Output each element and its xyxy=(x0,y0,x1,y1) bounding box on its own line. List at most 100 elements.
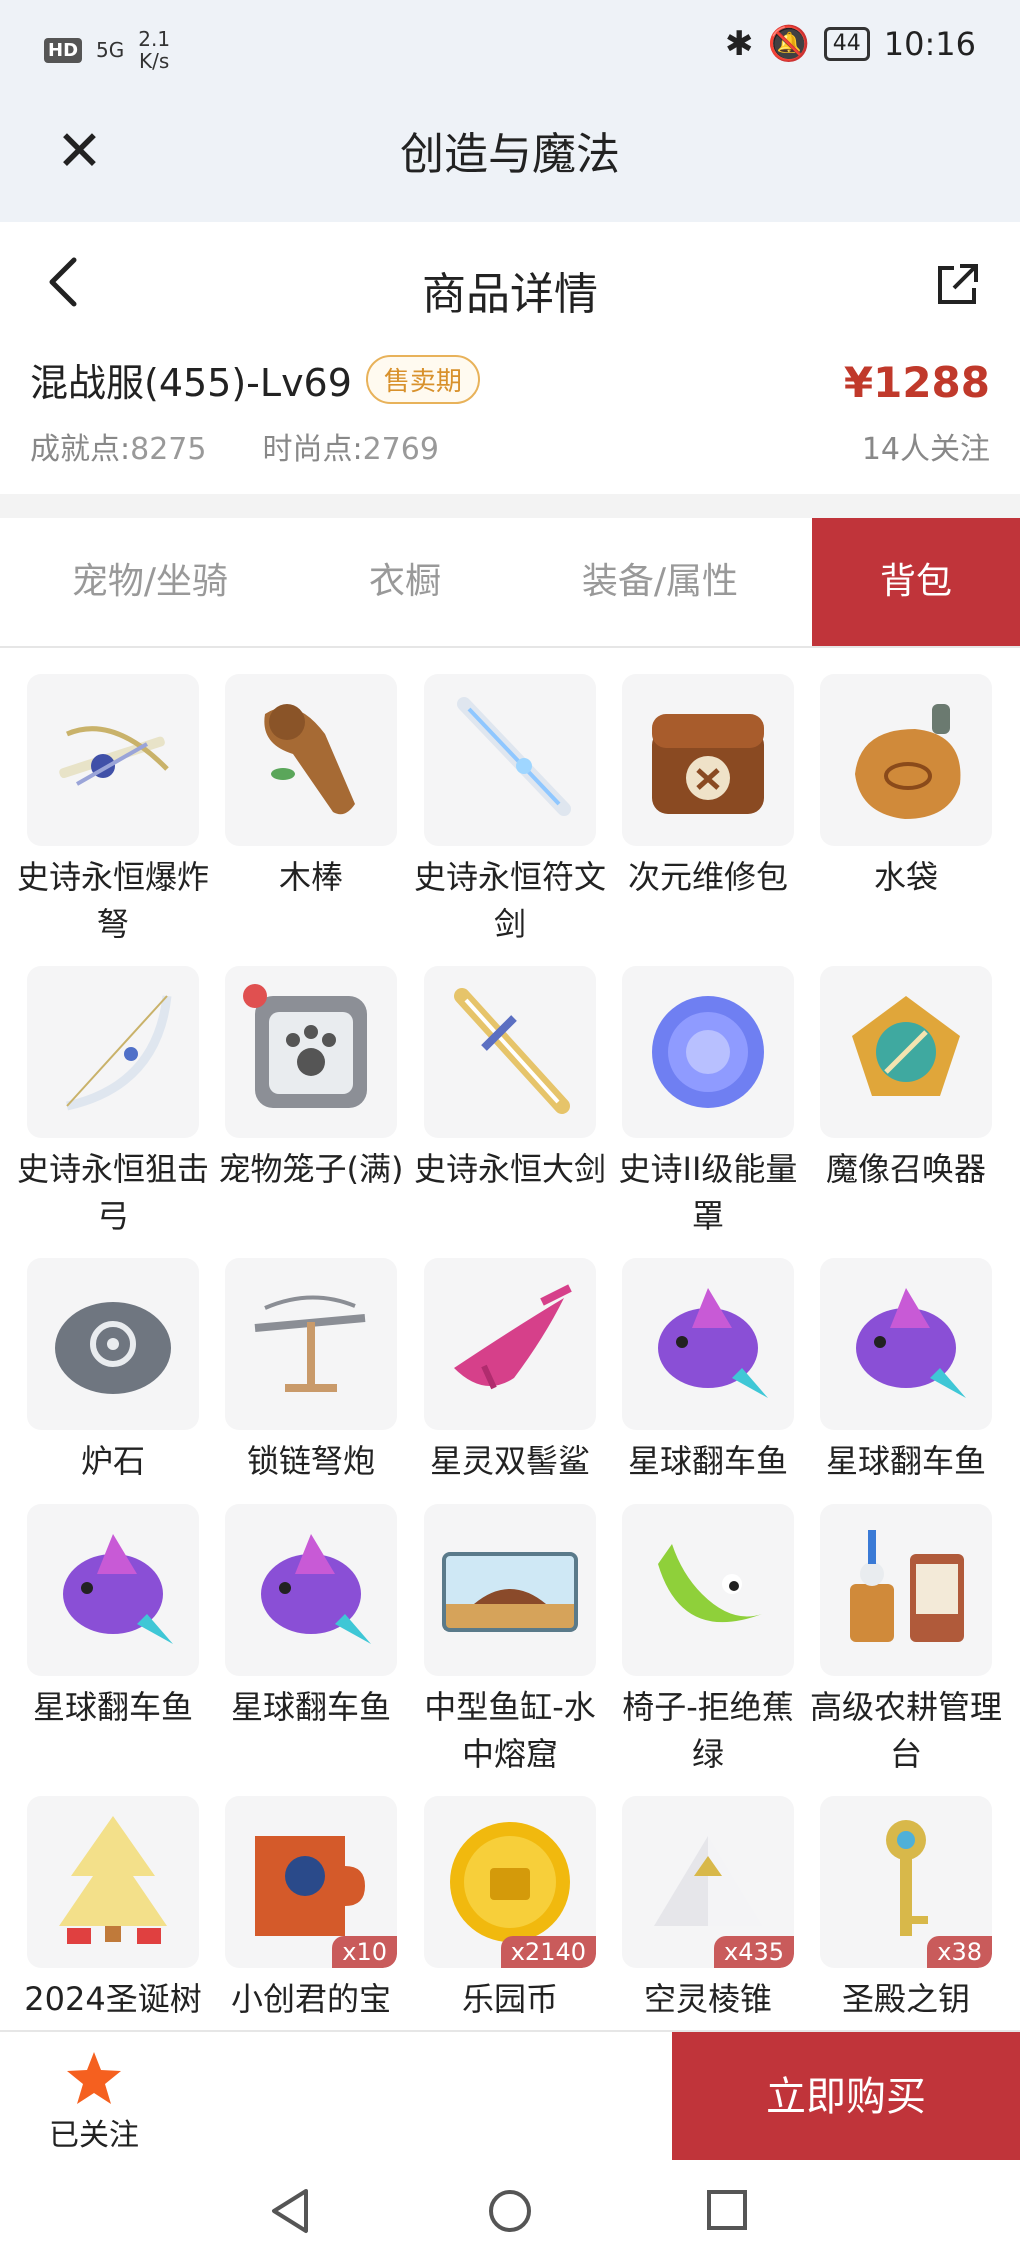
app-title: 创造与魔法 xyxy=(400,129,620,180)
item-label: 宠物笼子(满) xyxy=(218,1150,404,1188)
item-thumbnail xyxy=(820,674,992,846)
bottom-bar: 已关注 立即购买 xyxy=(0,2030,1020,2162)
hearthstone-icon xyxy=(55,1302,171,1394)
item-label: 水袋 xyxy=(873,858,938,896)
greatsword-icon xyxy=(454,988,570,1114)
item-thumbnail: x10 xyxy=(225,1796,397,1968)
repair-bag-icon xyxy=(652,714,764,814)
battery-icon: 44 xyxy=(823,27,870,61)
energy-shield-icon xyxy=(652,996,764,1108)
bluetooth-icon: ✱ xyxy=(724,24,754,64)
product-price: ¥1288 xyxy=(843,358,990,407)
item-label: 星球翻车鱼 xyxy=(230,1688,391,1726)
item-label: 乐园币 xyxy=(461,1980,558,2018)
crossbow-icon xyxy=(59,726,169,786)
item-thumbnail xyxy=(820,966,992,1138)
fashion-points: 时尚点:2769 xyxy=(262,424,438,468)
item-label: 2024圣诞树 xyxy=(24,1980,202,2018)
network-icon: 5G xyxy=(96,38,125,62)
item-thumbnail xyxy=(820,1504,992,1676)
nav-home-icon[interactable] xyxy=(486,2186,534,2236)
tab-bar: 宠物/坐骑 衣橱 装备/属性 背包 xyxy=(0,518,1020,648)
system-nav-bar xyxy=(0,2160,1020,2267)
nav-back-icon[interactable] xyxy=(268,2186,312,2236)
item-count-badge: x435 xyxy=(713,1936,794,1968)
achievement-value: 8275 xyxy=(130,432,207,467)
item-thumbnail: x38 xyxy=(820,1796,992,1968)
fashion-label: 时尚点: xyxy=(262,432,363,467)
follow-label: 已关注 xyxy=(49,2118,139,2153)
pet-cage-icon xyxy=(243,984,367,1108)
item-thumbnail xyxy=(27,966,199,1138)
item-thumbnail xyxy=(27,1504,199,1676)
item-label: 史诗永恒爆炸弩 xyxy=(17,858,210,943)
item-label: 椅子-拒绝蕉绿 xyxy=(622,1688,794,1773)
item-label: 史诗II级能量罩 xyxy=(618,1150,798,1235)
tab-wardrobe[interactable]: 衣橱 xyxy=(300,518,510,646)
item-thumbnail xyxy=(424,966,596,1138)
item-count-badge: x10 xyxy=(332,1936,397,1968)
buy-now-button[interactable]: 立即购买 xyxy=(672,2032,1020,2162)
section-divider xyxy=(0,494,1020,518)
item-label: 圣殿之钥 xyxy=(841,1980,970,2018)
tab-pets-mounts[interactable]: 宠物/坐骑 xyxy=(0,518,300,646)
wooden-club-icon xyxy=(264,704,355,815)
banana-chair-icon xyxy=(658,1544,762,1623)
status-bar: HD 5G 2.1 K/s ✱ 🔕 44 10:16 xyxy=(0,0,1020,96)
follow-button[interactable]: 已关注 xyxy=(44,2050,144,2154)
item-thumbnail: x435 xyxy=(622,1796,794,1968)
item-thumbnail xyxy=(225,966,397,1138)
item-thumbnail xyxy=(225,1258,397,1430)
item-thumbnail xyxy=(424,674,596,846)
item-label: 星球翻车鱼 xyxy=(825,1442,986,1480)
sunfish-icon xyxy=(261,1534,371,1644)
hammerhead-shark-icon xyxy=(454,1284,572,1390)
item-label: 高级农耕管理台 xyxy=(810,1688,1003,1773)
status-right: ✱ 🔕 44 10:16 xyxy=(725,24,976,64)
farm-console-icon xyxy=(850,1530,964,1642)
item-label: 空灵棱锥 xyxy=(643,1980,772,2018)
golem-summoner-icon xyxy=(852,996,960,1096)
product-info: 混战服(455)-Lv69 售卖期 ¥1288 成就点:8275 时尚点:276… xyxy=(0,352,1020,492)
product-name: 混战服(455)-Lv69 xyxy=(30,361,352,405)
item-grid: 史诗永恒爆炸弩 木棒 史诗永恒符文剑 次元维修包 水袋 史诗永恒狙击弓 宠物笼子(满) 史诗永… xyxy=(0,648,1020,2028)
item-thumbnail xyxy=(27,1796,199,1968)
sunfish-icon xyxy=(856,1288,966,1398)
speed-value: 2.1 xyxy=(138,27,171,51)
item-count-badge: x2140 xyxy=(500,1936,596,1968)
item-count-badge: x38 xyxy=(927,1936,992,1968)
item-label: 锁链弩炮 xyxy=(246,1442,375,1480)
status-left: HD 5G 2.1 K/s xyxy=(44,28,170,72)
item-thumbnail xyxy=(27,1258,199,1430)
item-thumbnail xyxy=(622,1258,794,1430)
page-title: 商品详情 xyxy=(422,269,598,320)
page-nav: 商品详情 xyxy=(0,222,1020,352)
item-label: 中型鱼缸-水中熔窟 xyxy=(424,1688,596,1773)
achievement-label: 成就点: xyxy=(30,432,131,467)
item-thumbnail xyxy=(424,1258,596,1430)
nav-recents-icon[interactable] xyxy=(704,2186,750,2236)
achievement-points: 成就点:8275 xyxy=(30,424,206,468)
star-icon xyxy=(67,2052,121,2104)
followers-count: 14人关注 xyxy=(861,432,990,467)
item-label: 木棒 xyxy=(278,858,343,896)
share-icon[interactable] xyxy=(934,262,980,308)
item-label: 史诗永恒符文剑 xyxy=(414,858,607,943)
fashion-value: 2769 xyxy=(362,432,439,467)
item-label: 星球翻车鱼 xyxy=(32,1688,193,1726)
sunfish-icon xyxy=(63,1534,173,1644)
item-thumbnail: x2140 xyxy=(424,1796,596,1968)
fish-tank-icon xyxy=(442,1552,578,1632)
bow-icon xyxy=(66,995,172,1111)
item-thumbnail xyxy=(225,674,397,846)
product-stats: 成就点:8275 时尚点:2769 xyxy=(30,424,439,468)
chain-ballista-icon xyxy=(254,1295,366,1392)
speed-unit: K/s xyxy=(139,49,170,73)
item-thumbnail xyxy=(622,966,794,1138)
tab-backpack[interactable]: 背包 xyxy=(812,518,1020,646)
item-label: 小创君的宝 xyxy=(230,1980,391,2018)
network-speed: 2.1 K/s xyxy=(138,28,170,72)
tab-equipment[interactable]: 装备/属性 xyxy=(510,518,810,646)
item-thumbnail xyxy=(424,1504,596,1676)
item-label: 史诗永恒狙击弓 xyxy=(17,1150,210,1235)
